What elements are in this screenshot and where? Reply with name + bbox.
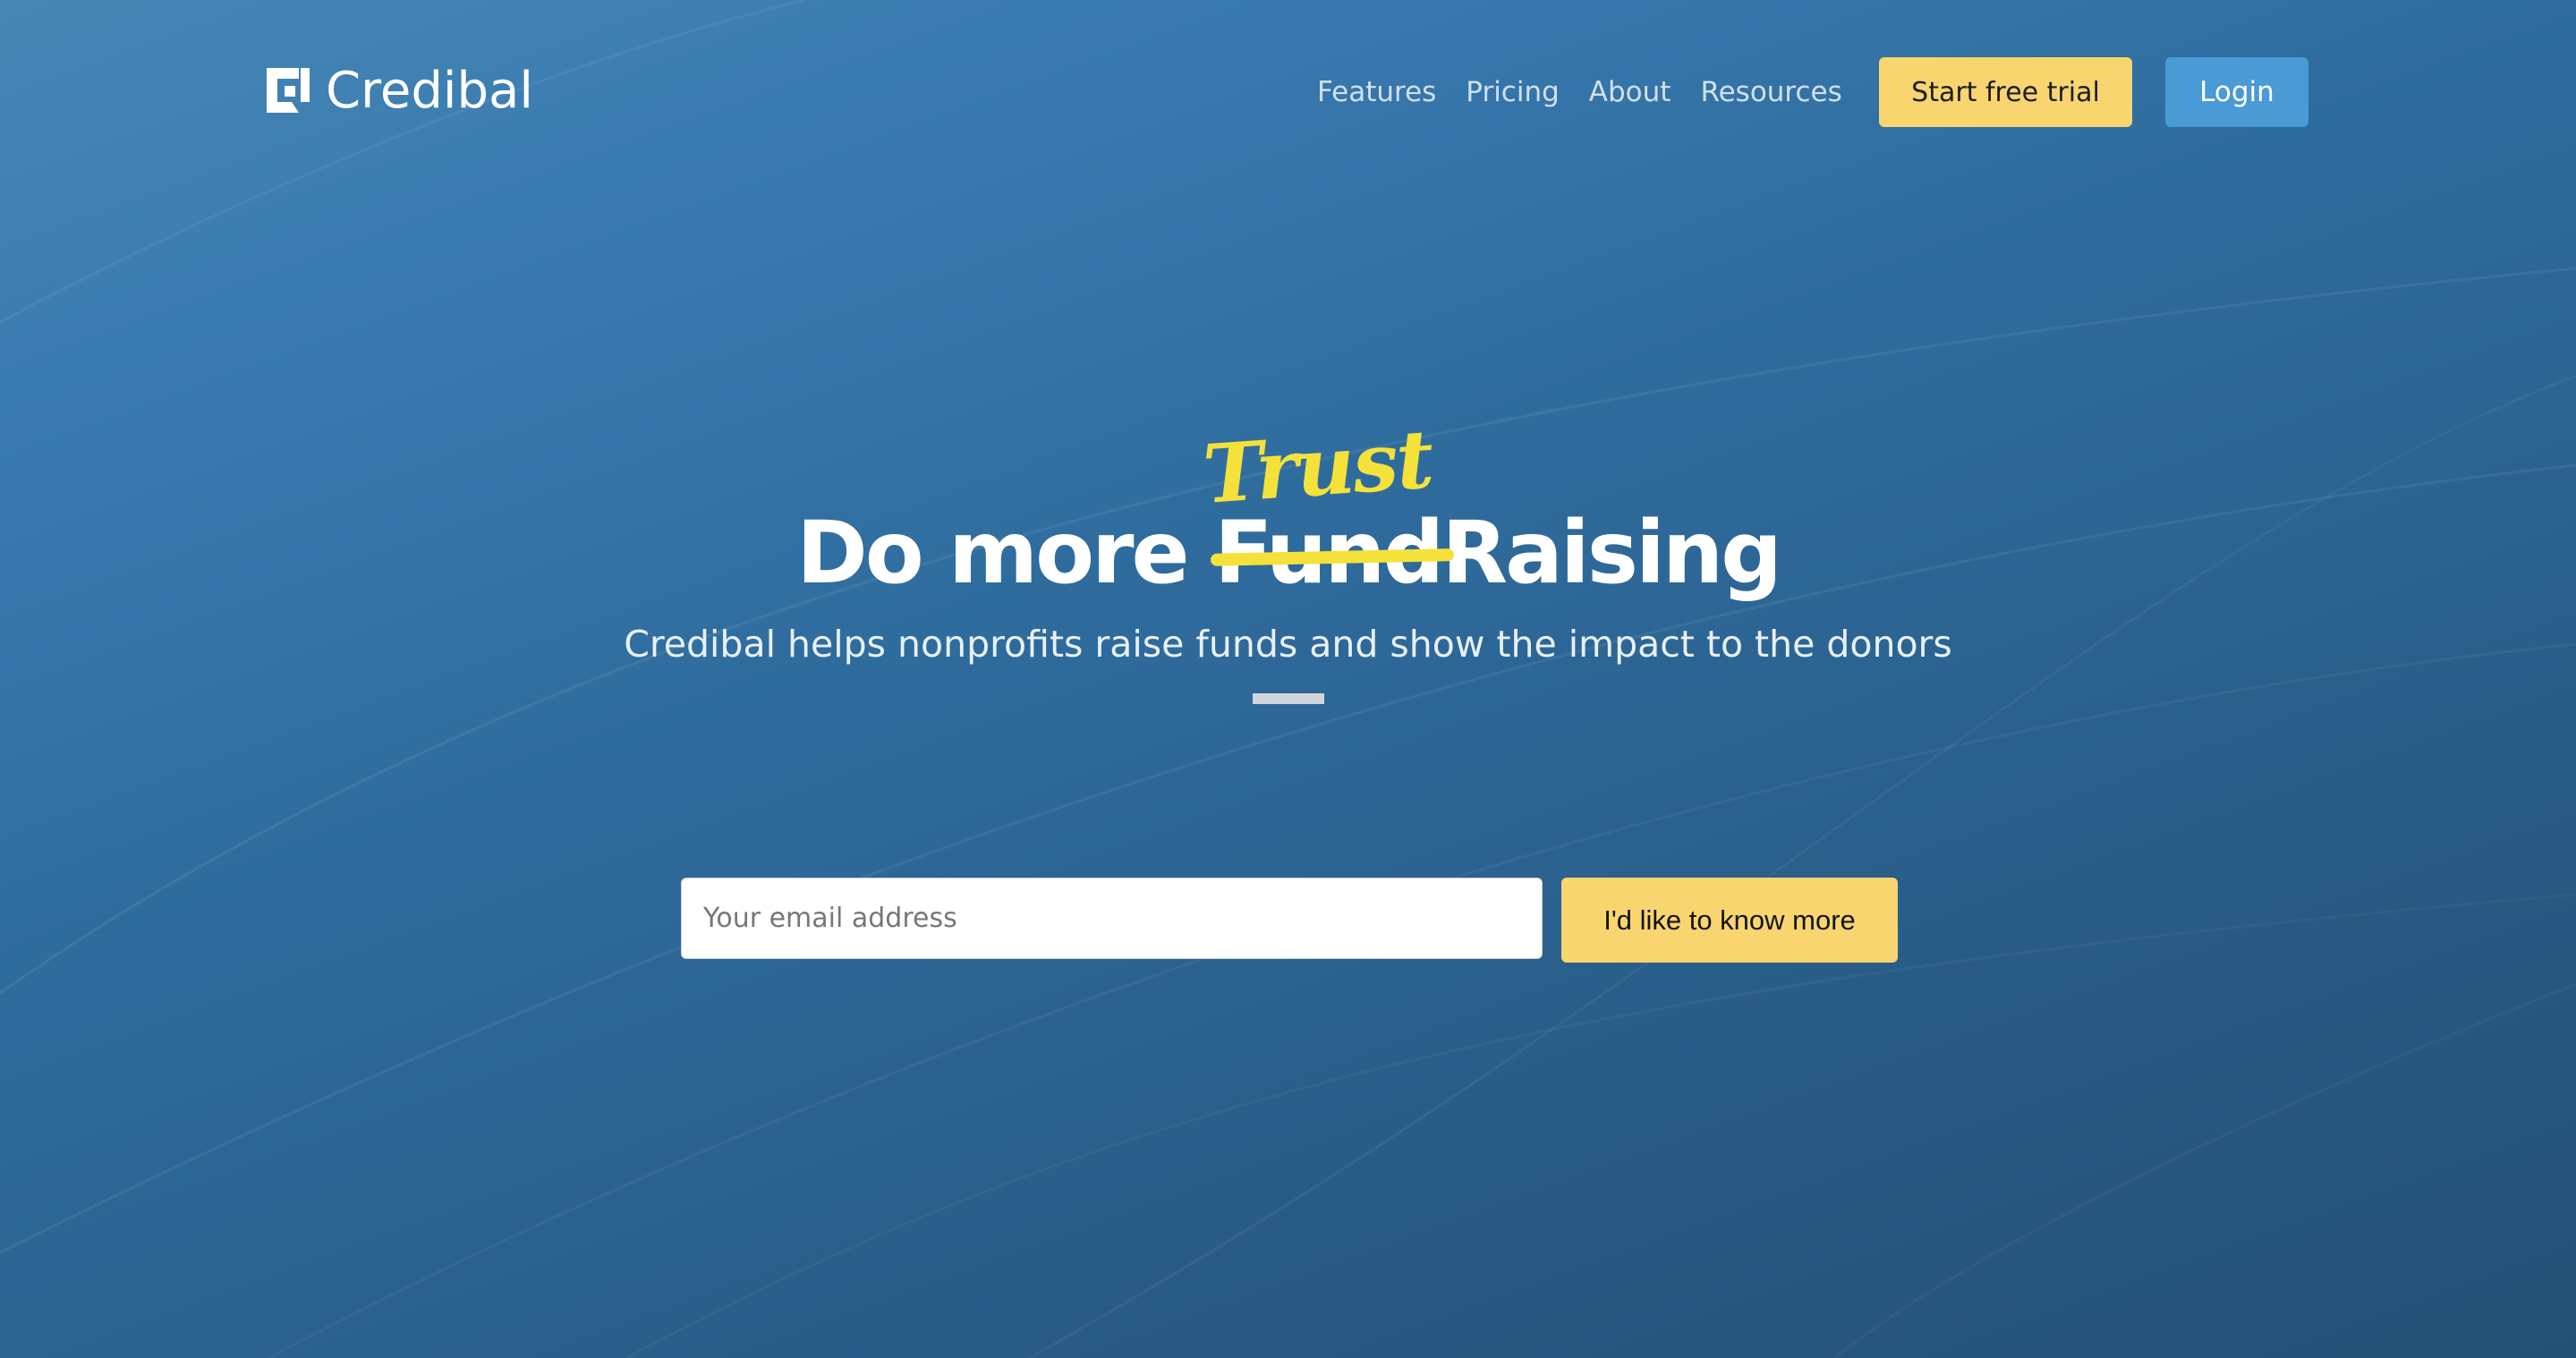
nav-link-resources[interactable]: Resources — [1700, 76, 1841, 108]
brand-name: Credibal — [326, 61, 533, 120]
email-input[interactable] — [681, 878, 1543, 959]
hero-title-suffix: Raising — [1441, 503, 1782, 603]
hero-title-prefix: Do more — [796, 503, 1214, 603]
start-free-trial-button[interactable]: Start free trial — [1879, 57, 2132, 127]
hero-title: Do more Fund Raising — [0, 501, 2576, 605]
nav-link-features[interactable]: Features — [1317, 76, 1436, 108]
background-curves — [0, 0, 2576, 1358]
login-button[interactable]: Login — [2165, 57, 2308, 127]
nav-link-pricing[interactable]: Pricing — [1466, 76, 1560, 108]
hero-divider — [1253, 693, 1324, 704]
credibal-logo-icon — [267, 68, 310, 113]
know-more-button[interactable]: I'd like to know more — [1561, 878, 1898, 963]
main-nav: Features Pricing About Resources — [1317, 57, 1872, 127]
hero-title-struck-word-wrap: Fund — [1210, 501, 1455, 605]
brand-logo[interactable]: Credibal — [267, 59, 533, 122]
hero-subtitle: Credibal helps nonprofits raise funds an… — [624, 623, 1952, 666]
nav-link-about[interactable]: About — [1589, 76, 1671, 108]
